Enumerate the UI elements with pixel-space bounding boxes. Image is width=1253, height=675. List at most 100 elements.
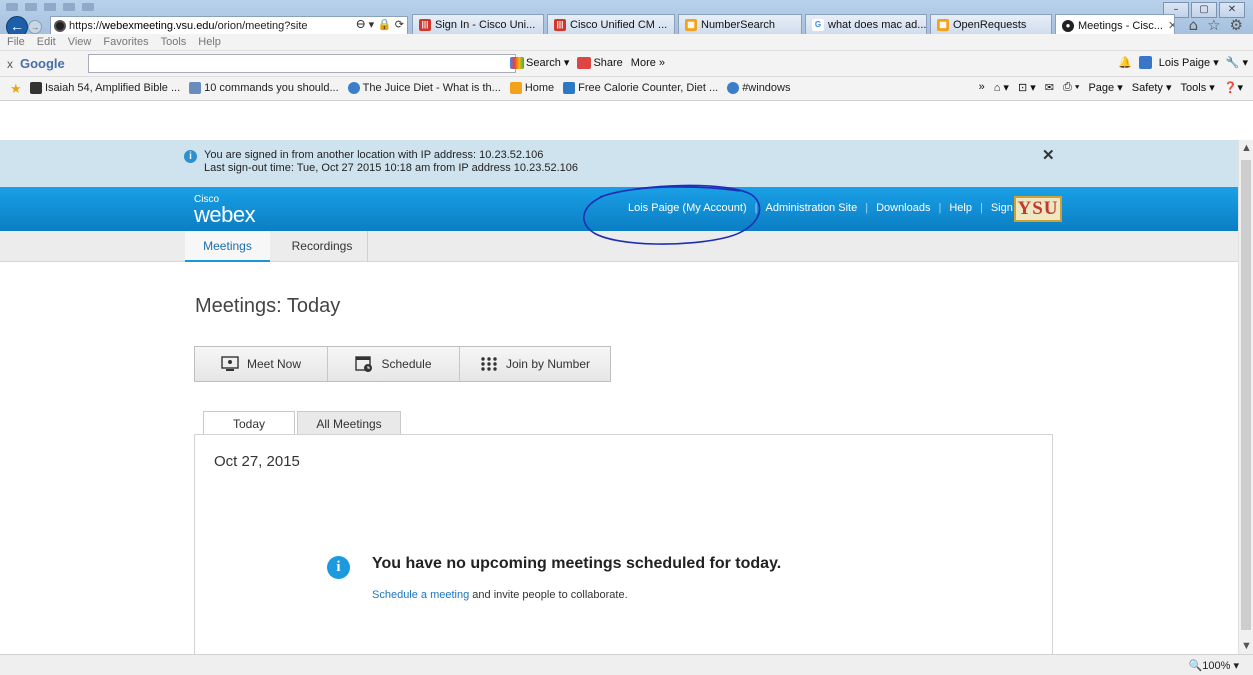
google-search-button[interactable]: Search ▾ — [510, 56, 569, 70]
favorite-link[interactable]: The Juice Diet - What is th... — [347, 82, 501, 95]
favorite-link[interactable]: 10 commands you should... — [189, 82, 339, 95]
administration-site-link[interactable]: Administration Site — [765, 202, 857, 214]
tab-recordings[interactable]: Recordings — [278, 231, 366, 262]
page-content: i You are signed in from another locatio… — [0, 101, 1253, 654]
browser-tab[interactable]: ||| Sign In - Cisco Uni... — [412, 14, 544, 35]
divider: | — [865, 202, 869, 214]
keypad-icon — [481, 357, 497, 371]
my-account-link[interactable]: Lois Paige (My Account) — [628, 202, 747, 214]
qat-icon[interactable] — [6, 3, 18, 11]
menu-bar: File Edit View Favorites Tools Help — [0, 34, 1253, 51]
menu-tools[interactable]: Tools — [161, 36, 187, 48]
favorites-star-icon[interactable]: ☆ — [1207, 16, 1220, 34]
google-search-input[interactable] — [88, 54, 516, 73]
divider: | — [938, 202, 942, 214]
fav-favicon-icon — [189, 82, 202, 95]
google-search-icon — [510, 57, 524, 70]
bible-favicon-icon — [30, 82, 42, 95]
status-bar: 🔍100% ▾ — [0, 654, 1253, 675]
browser-tab[interactable]: Gwhat does mac ad... — [805, 14, 927, 35]
google-user-menu[interactable]: Lois Paige ▾ — [1159, 56, 1219, 69]
zoom-level[interactable]: 🔍100% ▾ — [1189, 659, 1239, 672]
tab-today[interactable]: Today — [203, 411, 295, 436]
meeting-favicon-icon: ● — [1062, 19, 1074, 32]
meeting-date: Oct 27, 2015 — [214, 453, 300, 470]
favorite-link[interactable]: #windows — [727, 82, 791, 95]
overflow-chevron-icon[interactable]: » — [979, 81, 985, 94]
webex-logo[interactable]: webex — [194, 202, 256, 228]
help-link[interactable]: Help — [949, 202, 972, 214]
site-favicon-icon — [54, 19, 66, 32]
browser-tabs: ||| Sign In - Cisco Uni... ||| Cisco Unifi… — [412, 14, 1178, 36]
menu-edit[interactable]: Edit — [37, 36, 56, 48]
feeds-icon[interactable]: ⊡ ▾ — [1018, 81, 1036, 94]
browser-tab[interactable]: ||| Cisco Unified CM ... — [547, 14, 675, 35]
qat-icon[interactable] — [25, 3, 37, 11]
browser-tab[interactable]: ▦ OpenRequests — [930, 14, 1052, 35]
browser-tab[interactable]: ▦ NumberSearch — [678, 14, 802, 35]
address-bar[interactable]: https://webexmeeting.vsu.edu/orion/meeti… — [50, 16, 408, 35]
ie-favicon-icon — [347, 82, 360, 95]
calendar-icon — [355, 356, 373, 372]
page-menu[interactable]: Page ▾ — [1088, 81, 1122, 94]
notice-line-1: You are signed in from another location … — [204, 149, 544, 161]
vertical-scrollbar[interactable]: ▲ ▼ — [1238, 140, 1253, 654]
print-icon[interactable]: ⎙ ▾ — [1063, 81, 1079, 94]
info-icon: i — [327, 556, 350, 579]
downloads-link[interactable]: Downloads — [876, 202, 930, 214]
divider: | — [754, 202, 758, 214]
help-icon[interactable]: ❓▾ — [1224, 81, 1243, 94]
join-by-number-button[interactable]: Join by Number — [460, 347, 610, 381]
favorites-star-icon[interactable]: ★ — [10, 81, 22, 97]
browser-window: – ▢ ✕ ← → https://webexmeeting.vsu.edu/o… — [0, 0, 1253, 675]
title-bar: – ▢ ✕ ← → https://webexmeeting.vsu.edu/o… — [0, 0, 1253, 38]
empty-subtext: Schedule a meeting and invite people to … — [372, 589, 628, 601]
favorite-link[interactable]: Home — [509, 82, 554, 95]
close-tab-icon[interactable]: ✕ — [1168, 19, 1174, 32]
qat-icon[interactable] — [63, 3, 75, 11]
home-icon[interactable]: ⌂ — [1189, 16, 1199, 34]
favorites-bar: ★ Isaiah 54, Amplified Bible ... 10 comm… — [0, 77, 1253, 101]
tab-meetings[interactable]: Meetings — [185, 231, 270, 262]
tools-menu[interactable]: Tools ▾ — [1181, 81, 1215, 94]
favorite-link[interactable]: Free Calorie Counter, Diet ... — [563, 82, 718, 95]
schedule-meeting-link[interactable]: Schedule a meeting — [372, 589, 469, 601]
home-icon[interactable]: ⌂ ▾ — [994, 81, 1009, 94]
menu-view[interactable]: View — [68, 36, 92, 48]
google-share-button[interactable]: Share — [577, 57, 623, 69]
scroll-down-icon[interactable]: ▼ — [1241, 640, 1252, 652]
menu-favorites[interactable]: Favorites — [103, 36, 148, 48]
forward-arrow-icon[interactable]: → — [28, 20, 42, 34]
safety-menu[interactable]: Safety ▾ — [1132, 81, 1172, 94]
numbersearch-favicon-icon: ▦ — [685, 19, 697, 31]
favorite-link[interactable]: Isaiah 54, Amplified Bible ... — [30, 82, 180, 95]
scroll-thumb[interactable] — [1241, 160, 1251, 630]
wrench-icon[interactable]: 🔧 ▾ — [1226, 56, 1248, 69]
close-notice-icon[interactable]: ✕ — [1042, 146, 1055, 164]
browser-tab-active[interactable]: ●Meetings - Cisc...✕ — [1055, 14, 1175, 36]
google-favicon-icon: G — [812, 19, 824, 31]
tab-all-meetings[interactable]: All Meetings — [297, 411, 401, 435]
openrequests-favicon-icon: ▦ — [937, 19, 949, 31]
menu-help[interactable]: Help — [198, 36, 221, 48]
browser-right-icons: ⌂ ☆ ⚙ — [1189, 16, 1243, 34]
address-tools[interactable]: Ꮎ ▾ 🔒 ⟳ — [357, 18, 405, 32]
menu-file[interactable]: File — [7, 36, 25, 48]
divider — [367, 231, 368, 262]
qat-icon[interactable] — [44, 3, 56, 11]
meetings-panel: Oct 27, 2015 i You have no upcoming meet… — [194, 434, 1053, 654]
mail-icon[interactable]: ✉ — [1045, 81, 1054, 94]
meet-now-button[interactable]: Meet Now — [195, 347, 328, 381]
google-more-button[interactable]: More » — [631, 57, 665, 69]
qat-icon[interactable] — [82, 3, 94, 11]
info-icon: i — [184, 150, 197, 163]
google-buttons: Search ▾ Share More » — [510, 56, 665, 70]
gear-icon[interactable]: ⚙ — [1230, 16, 1243, 34]
schedule-button[interactable]: Schedule — [328, 347, 460, 381]
bell-icon[interactable]: 🔔 — [1118, 56, 1132, 69]
close-toolbar-icon[interactable]: x — [7, 57, 13, 71]
ysu-logo: YSU — [1014, 196, 1062, 222]
header-links: Lois Paige (My Account) | Administration … — [628, 202, 1034, 214]
scroll-up-icon[interactable]: ▲ — [1241, 142, 1252, 154]
sub-navigation: Meetings Recordings — [0, 231, 1238, 262]
